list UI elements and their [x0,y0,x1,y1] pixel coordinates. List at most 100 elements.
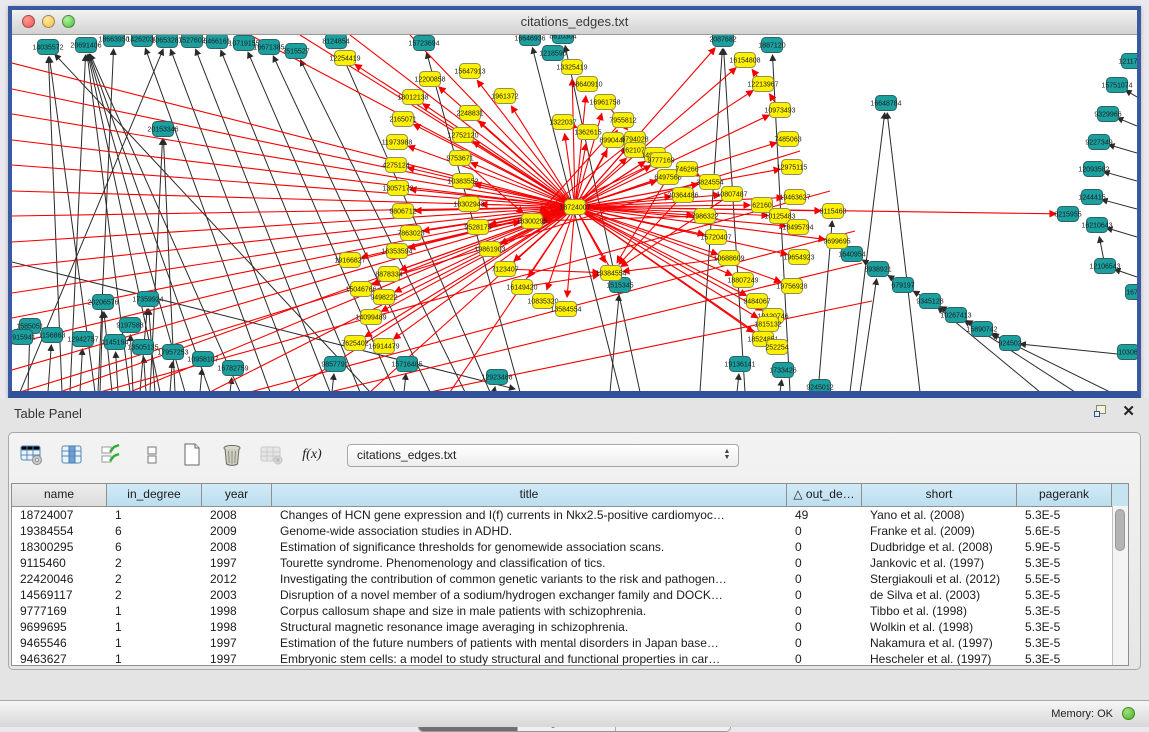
graph-node[interactable]: 17957253 [157,345,188,360]
table-select-dropdown[interactable]: citations_edges.txt ▲▼ [347,444,739,467]
graph-node[interactable]: 2248831 [456,106,483,121]
graph-node[interactable]: 16353594 [381,244,412,259]
graph-node[interactable]: 18663950 [98,35,129,47]
graph-node[interactable]: 1211731 [1119,54,1137,69]
graph-node[interactable]: 9227349 [1085,135,1112,150]
table-row[interactable]: 946362711997Embryonic stem cells: a mode… [12,651,1128,666]
column-header-year[interactable]: year [202,484,272,506]
graph-node[interactable]: 16648784 [870,96,901,111]
graph-node[interactable]: 4275124 [382,158,409,173]
new-file-icon[interactable] [179,442,205,468]
graph-node[interactable]: 1815132 [754,317,781,332]
table-row[interactable]: 1830029562008Estimation of significance … [12,539,1128,555]
graph-node[interactable]: 16210643 [1081,218,1112,233]
graph-node[interactable]: 1961372 [491,89,518,104]
graph-node[interactable]: 15647913 [454,64,485,79]
graph-node[interactable]: 3915941 [12,330,36,345]
graph-node[interactable]: 7625402 [341,336,368,351]
graph-node[interactable]: 9245012 [806,380,833,392]
graph-node[interactable]: 18640910 [571,77,602,92]
table-row[interactable]: 969969511998Structural magnetic resonanc… [12,619,1128,635]
graph-node[interactable]: 16773 [1126,285,1138,300]
table-row[interactable]: 911546021997Tourette syndrome. Phenomeno… [12,555,1128,571]
graph-node[interactable]: 12200858 [414,72,445,87]
graph-node[interactable]: 10958107 [187,352,218,367]
float-panel-icon[interactable] [1094,405,1108,418]
table-row[interactable]: 1872400712008Changes of HCN gene express… [12,507,1128,523]
graph-node[interactable]: 924502 [998,336,1021,351]
close-panel-icon[interactable]: ✕ [1122,405,1135,418]
graph-node[interactable]: 1362615 [574,125,601,140]
table-settings-icon[interactable] [19,442,45,468]
graph-node[interactable]: 6466161 [203,35,230,49]
graph-node[interactable]: 8215955 [1054,207,1081,222]
graph-node[interactable]: 7986322 [691,209,718,224]
table-row[interactable]: 946554611997Estimation of the future num… [12,635,1128,651]
window-titlebar[interactable]: citations_edges.txt [12,10,1137,35]
graph-node[interactable]: 20364486 [667,188,698,203]
graph-node[interactable]: 12254419 [329,51,360,66]
graph-node[interactable]: 746266 [675,162,698,177]
graph-node[interactable]: 20153346 [147,122,178,137]
graph-node[interactable]: 9484067 [743,294,770,309]
graph-node[interactable]: 19756928 [776,279,807,294]
graph-node[interactable]: 1156863 [39,328,66,343]
graph-node[interactable]: 8610304 [549,35,576,44]
graph-node[interactable]: 9806712 [389,204,416,219]
graph-node[interactable]: 10267413 [940,308,971,323]
delete-trash-icon[interactable] [219,442,245,468]
graph-node[interactable]: 19463627 [779,190,810,205]
graph-node[interactable]: 9498222 [370,290,397,305]
graph-node[interactable]: 7863023 [397,226,424,241]
table-row[interactable]: 1456911722003Disruption of a novel membe… [12,587,1128,603]
graph-node[interactable]: 12106543 [1089,259,1120,274]
graph-node[interactable]: 15720407 [700,230,731,245]
graph-node[interactable]: 1887120 [758,38,785,53]
graph-node[interactable]: 2165071 [389,112,416,127]
vertical-scrollbar[interactable] [1112,506,1128,665]
graph-node[interactable]: 1733426 [769,363,796,378]
graph-node[interactable]: 11973988 [382,135,413,150]
graph-node[interactable]: 9345128 [916,294,943,309]
scrollbar-thumb[interactable] [1115,509,1125,551]
graph-node[interactable]: 14035572 [32,40,63,55]
graph-node[interactable]: 16961758 [589,95,620,110]
graph-node[interactable]: 9197588 [116,318,143,333]
row-checks-icon[interactable] [99,442,125,468]
graph-node[interactable]: 7123407 [491,262,518,277]
memory-indicator[interactable] [1122,707,1135,720]
column-header-pagerank[interactable]: pagerank [1017,484,1112,506]
graph-node[interactable]: 16154808 [729,53,760,68]
graph-node[interactable]: 12975115 [777,160,808,175]
table-row[interactable]: 977716911998Corpus callosum shape and si… [12,603,1128,619]
graph-node[interactable]: 1218596 [539,46,566,61]
graph-node[interactable]: 9699695 [823,234,850,249]
column-select-icon[interactable] [59,442,85,468]
graph-node[interactable]: 9753671 [446,151,473,166]
graph-node[interactable]: 1244415 [1078,190,1105,205]
graph-node[interactable]: 13505135 [127,340,158,355]
network-canvas[interactable]: 1403557220691406186639501426203010653287… [12,35,1137,391]
graph-node[interactable]: 8124854 [322,35,349,49]
graph-node[interactable]: 15751074 [1101,78,1132,93]
graph-node[interactable]: 19136141 [724,357,755,372]
graph-node[interactable]: 8938921 [864,262,891,277]
graph-node[interactable]: 19166827 [334,253,365,268]
graph-node[interactable]: 10688609 [713,251,744,266]
column-header-out_de[interactable]: △ out_de… [787,484,862,506]
graph-node[interactable]: 8878334 [375,267,402,282]
graph-node[interactable]: 9528175 [464,220,491,235]
graph-node[interactable]: 1322037 [549,115,576,130]
graph-node[interactable]: 20206576 [87,295,118,310]
graph-node[interactable]: 1145194 [102,335,129,350]
function-builder-icon[interactable]: f(x) [299,442,325,468]
column-header-in_degree[interactable]: in_degree [107,484,202,506]
graph-node[interactable]: 13325419 [556,60,587,75]
graph-node[interactable]: 10306 [1118,345,1138,360]
column-header-name[interactable]: name [12,484,107,506]
graph-node[interactable]: 12093582 [1078,162,1109,177]
graph-node[interactable]: 2087682 [709,35,736,47]
graph-node[interactable]: 7515527 [282,44,309,59]
table-row[interactable]: 2242004622012Investigating the contribut… [12,571,1128,587]
graph-node[interactable]: 16782759 [217,361,248,376]
